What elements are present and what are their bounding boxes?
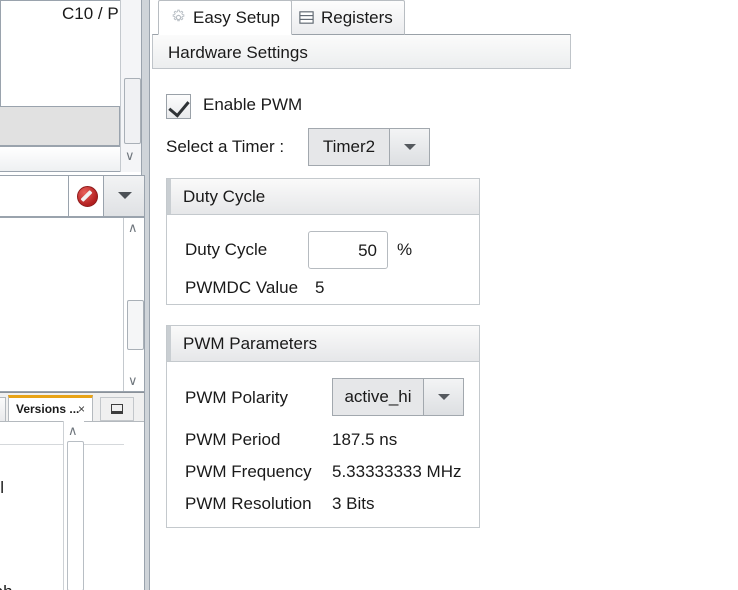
tab-easy-setup-label: Easy Setup <box>193 8 280 28</box>
scroll-up-icon[interactable]: ∧ <box>128 220 138 236</box>
duty-cycle-group-title: Duty Cycle <box>183 187 265 207</box>
pwm-frequency-value: 5.33333333 MHz <box>332 462 461 482</box>
pwm-parameters-group-header: PWM Parameters <box>167 326 479 362</box>
duty-cycle-input[interactable]: 50 <box>308 231 388 269</box>
hardware-settings-label: Hardware Settings <box>168 43 308 63</box>
scrollbar-thumb[interactable] <box>124 78 141 144</box>
hardware-settings-header: Hardware Settings <box>152 34 571 69</box>
list-icon <box>298 9 315 26</box>
scroll-down-icon[interactable]: ∨ <box>125 148 135 164</box>
pwm-period-label: PWM Period <box>185 430 280 450</box>
dock-tab-versions[interactable]: Versions ... × <box>8 395 93 423</box>
pwm-polarity-value[interactable]: active_hi <box>333 379 423 415</box>
dock-scrollbar[interactable]: ∧ <box>63 421 84 590</box>
dock-tab-strip: Versions ... × <box>0 395 150 421</box>
scrollbar-thumb[interactable] <box>127 300 144 350</box>
select-timer-value[interactable]: Timer2 <box>309 129 389 165</box>
tab-registers[interactable]: Registers <box>286 0 405 35</box>
duty-cycle-unit: % <box>397 240 412 260</box>
chevron-down-icon <box>404 144 416 150</box>
pwm-polarity-dropdown-button[interactable] <box>423 379 463 415</box>
status-cell <box>68 176 103 216</box>
left-gray-strip <box>0 106 120 146</box>
dock-tab-label: Versions ... <box>16 402 79 416</box>
enable-pwm-checkbox[interactable] <box>166 94 191 119</box>
pwm-resolution-label: PWM Resolution <box>185 494 312 514</box>
enable-pwm-label: Enable PWM <box>203 95 302 115</box>
pwm-period-value: 187.5 ns <box>332 430 397 450</box>
prohibition-icon <box>77 186 98 207</box>
duty-cycle-value: 50 <box>358 241 377 261</box>
check-icon <box>168 95 189 117</box>
pwm-polarity-label: PWM Polarity <box>185 388 288 408</box>
tab-registers-label: Registers <box>321 8 393 28</box>
pwm-polarity-dropdown[interactable]: active_hi <box>332 378 464 416</box>
scrollbar-thumb[interactable] <box>67 441 84 590</box>
dock-tab-inactive[interactable] <box>0 397 6 421</box>
tab-easy-setup[interactable]: Easy Setup <box>158 0 292 35</box>
application-window: C10 / PIC12 / PIC › ∨ ∧ ∨ Versions ... × <box>0 0 738 590</box>
duty-cycle-label: Duty Cycle <box>185 240 267 260</box>
select-timer-dropdown[interactable]: Timer2 <box>308 128 430 166</box>
left-list-panel: ∧ ∨ <box>0 217 145 392</box>
left-list-scrollbar[interactable]: ∧ ∨ <box>123 218 144 391</box>
close-icon[interactable]: × <box>78 402 85 416</box>
select-timer-label: Select a Timer : <box>166 137 284 157</box>
left-combo-row[interactable] <box>0 175 145 217</box>
left-combo-dropdown-button[interactable] <box>103 176 144 216</box>
duty-cycle-group-header: Duty Cycle <box>167 179 479 215</box>
tab-bar: Easy Setup Registers <box>150 0 572 35</box>
pwmdc-value-label: PWMDC Value <box>185 278 298 298</box>
right-empty-area <box>572 0 738 590</box>
gear-icon <box>170 9 187 26</box>
scroll-up-icon[interactable]: ∧ <box>68 423 78 439</box>
pwm-frequency-label: PWM Frequency <box>185 462 312 482</box>
chevron-down-icon <box>118 192 132 199</box>
minimize-icon <box>111 404 123 414</box>
pwm-resolution-value: 3 Bits <box>332 494 375 514</box>
scroll-down-icon[interactable]: ∨ <box>128 373 138 389</box>
bottom-dock-panel: Versions ... × Configurator (Pl hnology,… <box>0 392 150 590</box>
divider <box>0 444 124 445</box>
dock-text-line: ollers and Periph <box>0 582 13 590</box>
chevron-down-icon <box>438 394 450 400</box>
duty-cycle-group: Duty Cycle Duty Cycle 50 % PWMDC Value 5 <box>166 178 480 305</box>
dock-text-line: Configurator (Pl <box>0 478 4 498</box>
pwm-parameters-group-title: PWM Parameters <box>183 334 317 354</box>
select-timer-dropdown-button[interactable] <box>389 129 429 165</box>
pwm-easy-setup-panel: Easy Setup Registers Hardware Settings <box>150 0 572 590</box>
left-top-scrollbar[interactable]: ∨ <box>120 0 141 172</box>
minimize-button[interactable] <box>100 397 134 421</box>
pwm-parameters-group: PWM Parameters PWM Polarity active_hi PW… <box>166 325 480 528</box>
pwmdc-value: 5 <box>315 278 324 298</box>
